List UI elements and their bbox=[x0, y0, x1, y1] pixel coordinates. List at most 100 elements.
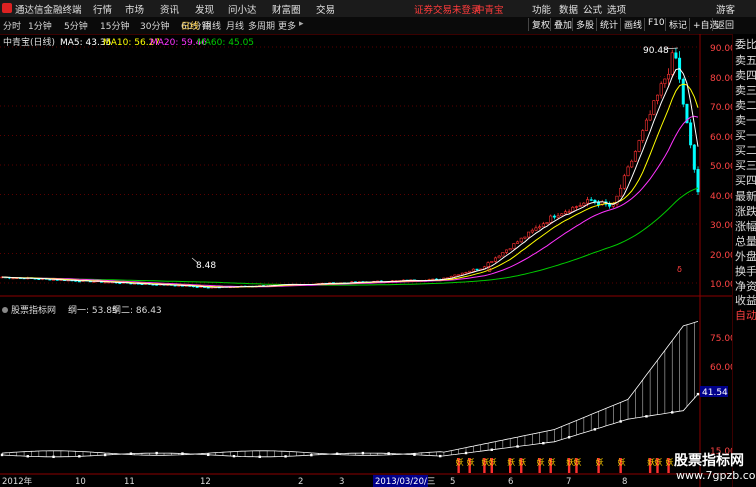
period-weekly[interactable]: 周线 bbox=[203, 19, 221, 32]
line1-label: 纲一: 53.85 bbox=[68, 304, 118, 316]
period-monthly[interactable]: 月线 bbox=[226, 19, 244, 32]
menu-hangqing[interactable]: 行情 bbox=[93, 2, 112, 16]
menu-faxian[interactable]: 发现 bbox=[195, 2, 214, 16]
indicator-lower-line bbox=[1, 393, 699, 458]
watermark-title: 股票指标网 bbox=[674, 453, 744, 469]
ma5-line bbox=[2, 68, 699, 288]
side-item[interactable]: 委比 bbox=[735, 36, 756, 52]
diejia-button[interactable]: 叠加 bbox=[550, 18, 572, 31]
side-item[interactable]: 最新 bbox=[735, 188, 756, 204]
menu-gongshi[interactable]: 公式 bbox=[583, 2, 602, 16]
price-tick: 50.00 bbox=[710, 162, 732, 172]
date-tick: 12 bbox=[200, 477, 211, 487]
biaoji-button[interactable]: 标记 bbox=[665, 18, 687, 31]
price-tick: 20.00 bbox=[710, 251, 732, 261]
menu-zixun[interactable]: 资讯 bbox=[160, 2, 179, 16]
indicator-upper-line bbox=[1, 321, 699, 456]
price-tick: 70.00 bbox=[710, 103, 732, 113]
side-item[interactable]: 涨幅 bbox=[735, 218, 756, 234]
indicator-dots bbox=[0, 392, 700, 459]
huaxian-button[interactable]: 画线 bbox=[620, 18, 642, 31]
side-item[interactable]: 总量 bbox=[735, 233, 756, 249]
indicator-name: 股票指标网 bbox=[11, 304, 56, 316]
sub-axis-tick: 75.00 bbox=[710, 334, 732, 344]
indicator-band bbox=[1, 322, 695, 457]
menu-shuju[interactable]: 数据 bbox=[559, 2, 578, 16]
period-15min[interactable]: 15分钟 bbox=[100, 19, 129, 32]
side-item[interactable]: 卖二 bbox=[735, 97, 756, 113]
ma60-label: MA60: 45.05 bbox=[197, 38, 254, 48]
side-item[interactable]: 卖一 bbox=[735, 112, 756, 128]
more-chevron-icon[interactable]: ▸ bbox=[299, 19, 304, 29]
duogu-button[interactable]: 多股 bbox=[572, 18, 594, 31]
quote-side-panel: 委比 卖五 卖四 卖三 卖二 卖一 买一 买二 买三 买四 最新 涨跌 涨幅 总… bbox=[732, 34, 756, 487]
signal-text: 妖 bbox=[489, 457, 497, 467]
menu-wenxiaoda[interactable]: 问小达 bbox=[228, 2, 257, 16]
side-item[interactable]: 涨跌 bbox=[735, 203, 756, 219]
signal-text: 妖 bbox=[548, 457, 556, 467]
indicator-settings-icon[interactable] bbox=[2, 307, 8, 313]
side-item[interactable]: 外盘 bbox=[735, 248, 756, 264]
period-fenshi[interactable]: 分时 bbox=[3, 19, 21, 32]
signal-marker: 妖 bbox=[518, 457, 526, 473]
signal-text: 妖 bbox=[467, 457, 475, 467]
date-tick: 10 bbox=[75, 477, 86, 487]
menu-gongneng[interactable]: 功能 bbox=[532, 2, 551, 16]
watermark: 股票指标网 www.7gpzb.com bbox=[668, 448, 756, 487]
tongji-button[interactable]: 统计 bbox=[596, 18, 618, 31]
menu-xuanxiang[interactable]: 选项 bbox=[607, 2, 626, 16]
fuquan-button[interactable]: 复权 bbox=[528, 18, 550, 31]
side-item[interactable]: 收益 bbox=[735, 292, 756, 308]
date-tick: 2 bbox=[298, 477, 303, 487]
price-tick: 10.00 bbox=[710, 280, 732, 290]
signal-marker: 妖 bbox=[596, 457, 604, 473]
signal-marker: 妖 bbox=[507, 457, 515, 473]
date-axis: 2012年 10 11 12 2 3 5 6 7 8 2013/03/20/三 bbox=[2, 475, 627, 487]
kline-chart-area[interactable]: 中青宝(日线) MA5: 43.35 MA10: 56.27 MA20: 59.… bbox=[0, 34, 732, 487]
price-tick: 40.00 bbox=[710, 192, 732, 202]
f10-button[interactable]: F10 bbox=[644, 18, 665, 31]
date-tick: 11 bbox=[124, 477, 135, 487]
period-daily[interactable]: 日线 bbox=[181, 19, 199, 32]
price-tick: 90.00 bbox=[710, 44, 732, 54]
low-annotation: 8.48 bbox=[191, 257, 216, 271]
signal-marker: 妖 bbox=[456, 457, 464, 473]
price-tick: 80.00 bbox=[710, 74, 732, 84]
side-tab-auto[interactable]: 自动 bbox=[735, 307, 756, 323]
line2-label: 纲二: 86.43 bbox=[112, 304, 162, 316]
menu-shichang[interactable]: 市场 bbox=[125, 2, 144, 16]
event-marker: δ bbox=[677, 265, 682, 274]
signal-text: 妖 bbox=[518, 457, 526, 467]
side-item[interactable]: 买一 bbox=[735, 127, 756, 143]
back-button[interactable]: 返回 bbox=[712, 18, 734, 31]
period-5min[interactable]: 5分钟 bbox=[64, 19, 88, 32]
login-notice[interactable]: 证券交易未登录 bbox=[414, 2, 481, 16]
app-logo-icon bbox=[2, 3, 12, 13]
period-1min[interactable]: 1分钟 bbox=[28, 19, 52, 32]
signal-marker: 妖 bbox=[489, 457, 497, 473]
menu-caifuquan[interactable]: 财富圈 bbox=[272, 2, 301, 16]
signal-text: 妖 bbox=[537, 457, 545, 467]
signal-text: 妖 bbox=[654, 457, 662, 467]
side-item[interactable]: 买四 bbox=[735, 172, 756, 188]
high-price-label: 90.48 bbox=[643, 46, 669, 56]
guest-label[interactable]: 游客 bbox=[716, 2, 735, 16]
side-item[interactable]: 买三 bbox=[735, 157, 756, 173]
main-panel-title: 中青宝(日线) bbox=[3, 36, 55, 48]
period-more[interactable]: 更多 bbox=[278, 19, 296, 32]
period-30min[interactable]: 30分钟 bbox=[140, 19, 169, 32]
period-multi[interactable]: 多周期 bbox=[248, 19, 275, 32]
signal-marker: 妖 bbox=[618, 457, 626, 473]
date-tick: 5 bbox=[450, 477, 455, 487]
side-item[interactable]: 卖五 bbox=[735, 52, 756, 68]
date-tick: 6 bbox=[508, 477, 513, 487]
period-toolbar: 分时 1分钟 5分钟 15分钟 30分钟 60分钟 日线 周线 月线 多周期 更… bbox=[0, 17, 756, 35]
side-item[interactable]: 买二 bbox=[735, 142, 756, 158]
side-item[interactable]: 换手 bbox=[735, 263, 756, 279]
menu-jiaoyi[interactable]: 交易 bbox=[316, 2, 335, 16]
event-marker: δ bbox=[487, 265, 492, 274]
current-value-text: 41.54 bbox=[702, 388, 728, 398]
signal-text: 妖 bbox=[507, 457, 515, 467]
side-item[interactable]: 卖三 bbox=[735, 82, 756, 98]
side-item[interactable]: 卖四 bbox=[735, 67, 756, 83]
